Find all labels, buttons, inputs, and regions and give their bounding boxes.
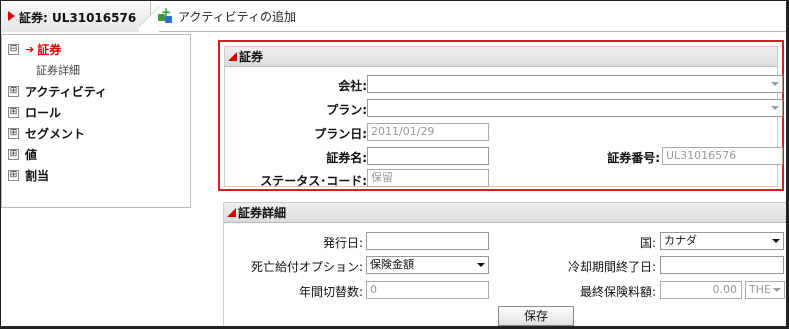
policy-number-field[interactable]: UL31016576 <box>662 147 783 165</box>
status-code-label: ステータス･コード: <box>260 174 367 188</box>
chevron-down-icon <box>772 239 780 243</box>
expand-toggle-icon[interactable]: ⊞ <box>8 85 19 97</box>
policy-panel-header: 証券 <box>225 47 777 67</box>
page-title: 証券: UL31016576 <box>19 11 137 25</box>
status-code-field[interactable]: 保留 <box>367 169 489 187</box>
add-activity-icon: + <box>158 5 174 24</box>
section-triangle-icon <box>228 52 237 61</box>
currency-select[interactable]: THE <box>745 281 785 299</box>
plan-label: プラン: <box>326 103 367 117</box>
policy-name-label: 証券名: <box>326 151 367 165</box>
country-select[interactable]: カナダ <box>660 232 784 250</box>
policy-details-header: 証券詳細 <box>224 203 786 223</box>
plan-date-label: プラン日: <box>314 127 367 141</box>
chevron-down-icon <box>771 106 779 110</box>
expand-toggle-icon[interactable]: ⊞ <box>8 127 19 139</box>
add-activity-button[interactable]: + アクティビティの追加 <box>158 5 296 26</box>
sidebar-item-label: 値 <box>25 147 38 162</box>
sidebar-item-allocation[interactable]: ⊞ 割当 <box>8 167 49 183</box>
company-select[interactable] <box>367 75 783 93</box>
country-label: 国: <box>639 236 656 250</box>
expand-toggle-icon[interactable]: ⊞ <box>8 169 19 181</box>
company-label: 会社: <box>338 79 367 93</box>
save-button[interactable]: 保存 <box>498 306 574 326</box>
issue-date-field[interactable] <box>366 232 489 250</box>
policy-details-title: 証券詳細 <box>238 206 287 220</box>
chevron-down-icon <box>477 263 485 267</box>
plan-select[interactable] <box>367 99 783 117</box>
current-arrow-icon: ➔ <box>25 42 35 56</box>
issue-date-label: 発行日: <box>322 236 363 250</box>
app-window: 証券: UL31016576 + アクティビティの追加 ⁝ ⊟ ➔ 証券 証券詳… <box>0 0 789 329</box>
sidebar: ⊟ ➔ 証券 証券詳細 ⊞ アクティビティ ⊞ ロール ⊞ セグメント ⊞ 値 … <box>1 34 191 208</box>
tab-divider <box>139 1 159 32</box>
sidebar-item-role[interactable]: ⊞ ロール <box>8 104 61 120</box>
cooling-off-end-field[interactable] <box>660 256 784 274</box>
policy-panel-body: 証券 会社: プラン: プラン日: 2011/01/29 証券名: 証券番号: … <box>224 46 783 188</box>
death-benefit-label: 死亡給付オプション: <box>250 260 363 274</box>
sidebar-item-label: セグメント <box>25 126 86 141</box>
policy-panel-title: 証券 <box>239 50 264 64</box>
policy-name-field[interactable] <box>367 147 489 165</box>
cooling-off-end-label: 冷却期間終了日: <box>567 260 656 274</box>
sidebar-item-label: 割当 <box>25 168 50 183</box>
collapse-toggle-icon[interactable]: ⊟ <box>8 43 19 55</box>
sidebar-item-segment[interactable]: ⊞ セグメント <box>8 125 85 141</box>
sidebar-item-label: 証券 <box>37 42 62 57</box>
title-tab: 証券: UL31016576 <box>1 1 151 32</box>
expand-toggle-icon[interactable]: ⊞ <box>8 106 19 118</box>
toolbar-separator: ⁝ <box>291 11 295 22</box>
policy-panel: 証券 会社: プラン: プラン日: 2011/01/29 証券名: 証券番号: … <box>218 40 784 191</box>
chevron-down-icon <box>773 288 781 292</box>
annual-switch-count-label: 年間切替数: <box>298 285 363 299</box>
sidebar-item-label: ロール <box>25 105 62 120</box>
chevron-down-icon <box>771 82 779 86</box>
sidebar-subitem-policy-details[interactable]: 証券詳細 <box>36 62 80 78</box>
final-premium-label: 最終保険料額: <box>579 285 656 299</box>
red-arrow-icon <box>8 11 15 21</box>
policy-number-label: 証券番号: <box>607 151 660 165</box>
final-premium-field[interactable]: 0.00 <box>660 281 742 299</box>
plan-date-field[interactable]: 2011/01/29 <box>367 123 489 141</box>
sidebar-item-activity[interactable]: ⊞ アクティビティ <box>8 83 107 99</box>
death-benefit-select[interactable]: 保険金額 <box>366 256 489 274</box>
sidebar-item-label: アクティビティ <box>25 84 107 99</box>
annual-switch-count-field[interactable]: 0 <box>366 281 489 299</box>
sidebar-item-value[interactable]: ⊞ 値 <box>8 146 37 162</box>
expand-toggle-icon[interactable]: ⊞ <box>8 148 19 160</box>
add-activity-label: アクティビティの追加 <box>178 9 296 24</box>
section-triangle-icon <box>227 208 236 217</box>
title-bar: 証券: UL31016576 + アクティビティの追加 ⁝ <box>1 1 786 32</box>
sidebar-item-policy[interactable]: ⊟ ➔ 証券 <box>8 41 61 57</box>
